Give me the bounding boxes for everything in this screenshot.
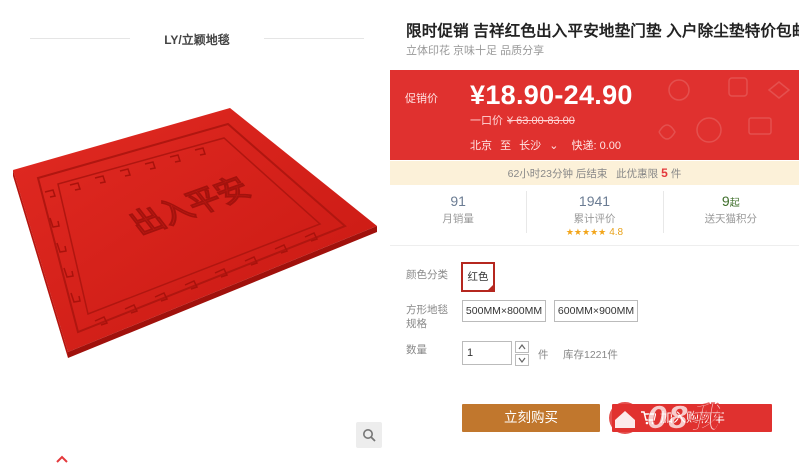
size-option-500x800[interactable]: 500MM×800MM [462,300,546,322]
caret-up-icon [518,344,526,350]
original-price-value: ¥ 63.00-83.00 [507,115,575,127]
caret-down-icon [518,357,526,363]
selected-check-icon [486,283,495,292]
rating-value: 4.8 [609,227,624,238]
limit-number: 5 [661,166,668,180]
size-option-label: 方形地毯规格 [406,304,448,330]
chevron-up-icon [56,455,68,463]
stats-bar: 91 月销量 1941 累计评价 ★★★★★ 4.8 9起 送天猫积分 [390,187,799,239]
product-title: 限时促销 吉祥红色出入平安地垫门垫 入户除尘垫特价包邮 [406,23,799,40]
promo-price-label: 促销价 [405,93,438,105]
monthly-sales-label: 月销量 [442,213,474,225]
points-number: 9 [721,193,730,209]
rating-stars: ★★★★★ 4.8 [526,227,662,238]
limit-prefix: 此优惠限 [616,168,659,180]
color-option-label: 颜色分类 [406,269,448,281]
city-name: 长沙 [519,140,542,152]
divider [390,245,799,246]
stat-points: 9起 送天猫积分 [662,187,799,239]
color-option-text: 红色 [467,271,489,283]
star-icons: ★★★★★ [565,227,607,237]
color-option-red[interactable]: 红色 [461,262,495,292]
shipping-fee: 快递: 0.00 [571,140,621,152]
quantity-unit: 件 [538,349,549,361]
reviews-label: 累计评价 [573,213,616,225]
product-info: 限时促销 吉祥红色出入平安地垫门垫 入户除尘垫特价包邮 立体印花 京味十足 品质… [388,0,799,466]
original-price-row: 一口价 ¥ 63.00-83.00 [470,112,575,128]
monthly-sales-value: 91 [450,193,466,209]
quantity-decrease-button[interactable] [515,354,529,366]
destination-city-select[interactable]: 长沙 ⌄ [519,140,563,152]
price-panel: 促销价 ¥18.90-24.90 一口价 ¥ 63.00-83.00 北京 至 长… [390,70,799,160]
promo-countdown: 62小时23分钟 后结束 此优惠限 5 件 [390,161,799,185]
divider [264,38,364,39]
buy-now-button[interactable]: 立刻购买 [462,404,600,432]
original-price-label: 一口价 [470,115,503,127]
product-gallery: LY/立颖地毯 出入平安 [0,0,388,466]
quantity-label: 数量 [406,344,427,356]
thumbnail-scroll-up[interactable] [55,452,69,464]
ship-to-word: 至 [500,140,512,152]
points-value: 9起 [663,193,799,209]
promo-price: ¥18.90-24.90 [470,80,633,110]
magnifier-icon [363,429,376,442]
stock-count: 库存1221件 [563,349,618,361]
product-subtitle: 立体印花 京味十足 品质分享 [406,45,545,57]
add-to-cart-label: 加入购物车 [660,410,726,425]
add-to-cart-button[interactable]: 加入购物车 [612,404,772,432]
store-name[interactable]: LY/立颖地毯 [30,31,364,48]
shipping-row: 北京 至 长沙 ⌄ 快递: 0.00 [470,137,626,153]
shopping-cart-icon [641,411,656,425]
ship-from: 北京 [470,140,492,152]
countdown-time: 62小时23分钟 后结束 [507,168,608,180]
chevron-down-icon: ⌄ [549,140,559,152]
limit-unit: 件 [670,168,682,180]
stat-monthly-sales: 91 月销量 [390,187,526,239]
size-option-600x900[interactable]: 600MM×900MM [554,300,638,322]
doormat-image: 出入平安 [13,108,377,358]
store-header: LY/立颖地毯 [30,28,364,48]
product-image[interactable]: 出入平安 [10,108,382,358]
reviews-value: 1941 [578,193,611,209]
points-label: 送天猫积分 [704,213,758,225]
zoom-button[interactable] [356,422,382,448]
quantity-increase-button[interactable] [515,341,529,353]
points-unit: 起 [729,198,740,209]
quantity-input[interactable] [462,341,512,365]
stat-reviews[interactable]: 1941 累计评价 ★★★★★ 4.8 [526,187,662,239]
decorative-pattern [658,77,791,143]
